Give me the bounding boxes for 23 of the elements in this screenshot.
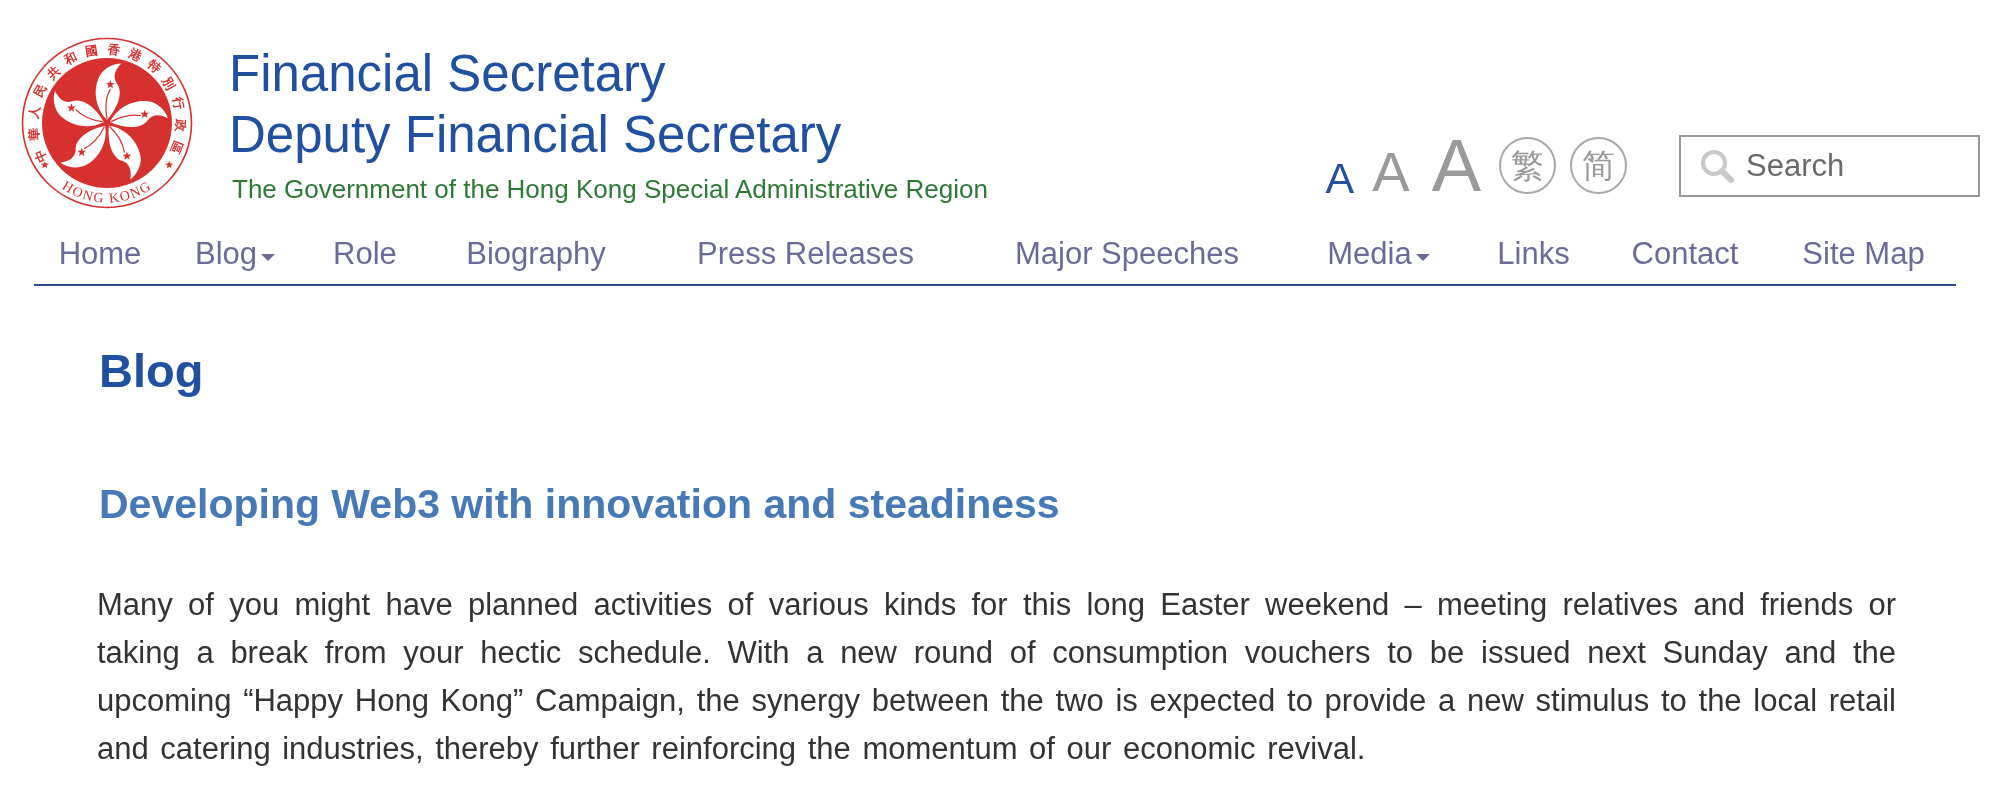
article-title: Developing Web3 with innovation and steadiness — [99, 480, 1060, 529]
nav-link[interactable]: Home — [58, 234, 142, 274]
font-size-button[interactable]: A — [1325, 160, 1355, 195]
article-paragraph: Many of you might have planned activities of various kinds for this long Easter weekend – meeting relatives and friends or taking a break from your hectic schedule. With a new round of consumption vouchers to be issued next Sunday and the upcoming “Happy Hong Kong” Campaign, the synergy between the two is expected to provide a new stimulus to the local retail and catering industries, thereby further reinforcing the momentum of our economic revival. — [97, 586, 1896, 768]
font-size-button[interactable]: A — [1431, 135, 1481, 195]
site-title: Financial Secretary — [229, 44, 666, 104]
nav-link[interactable]: Site Map — [1802, 234, 1925, 274]
language-button[interactable]: 简 — [1570, 137, 1627, 194]
search-field[interactable]: Search — [1679, 135, 1980, 197]
search-icon — [1699, 148, 1735, 184]
font-size-button[interactable]: A — [1372, 150, 1410, 195]
nav-link[interactable]: Major Speeches — [1015, 234, 1239, 274]
nav-link[interactable]: Role — [333, 234, 397, 274]
site-title: Deputy Financial Secretary — [229, 105, 842, 165]
language-button[interactable]: 繁 — [1499, 137, 1556, 194]
nav-link[interactable]: Biography — [466, 234, 606, 274]
nav-link[interactable]: Press Releases — [696, 234, 915, 274]
nav-link[interactable]: Media — [1327, 234, 1430, 274]
site-subtitle: The Government of the Hong Kong Special Administrative Region — [232, 174, 988, 204]
nav-link[interactable]: Contact — [1631, 234, 1739, 274]
nav-link[interactable]: Links — [1497, 234, 1570, 274]
page-heading: Blog — [99, 343, 204, 399]
nav-link[interactable]: Blog — [194, 234, 275, 274]
